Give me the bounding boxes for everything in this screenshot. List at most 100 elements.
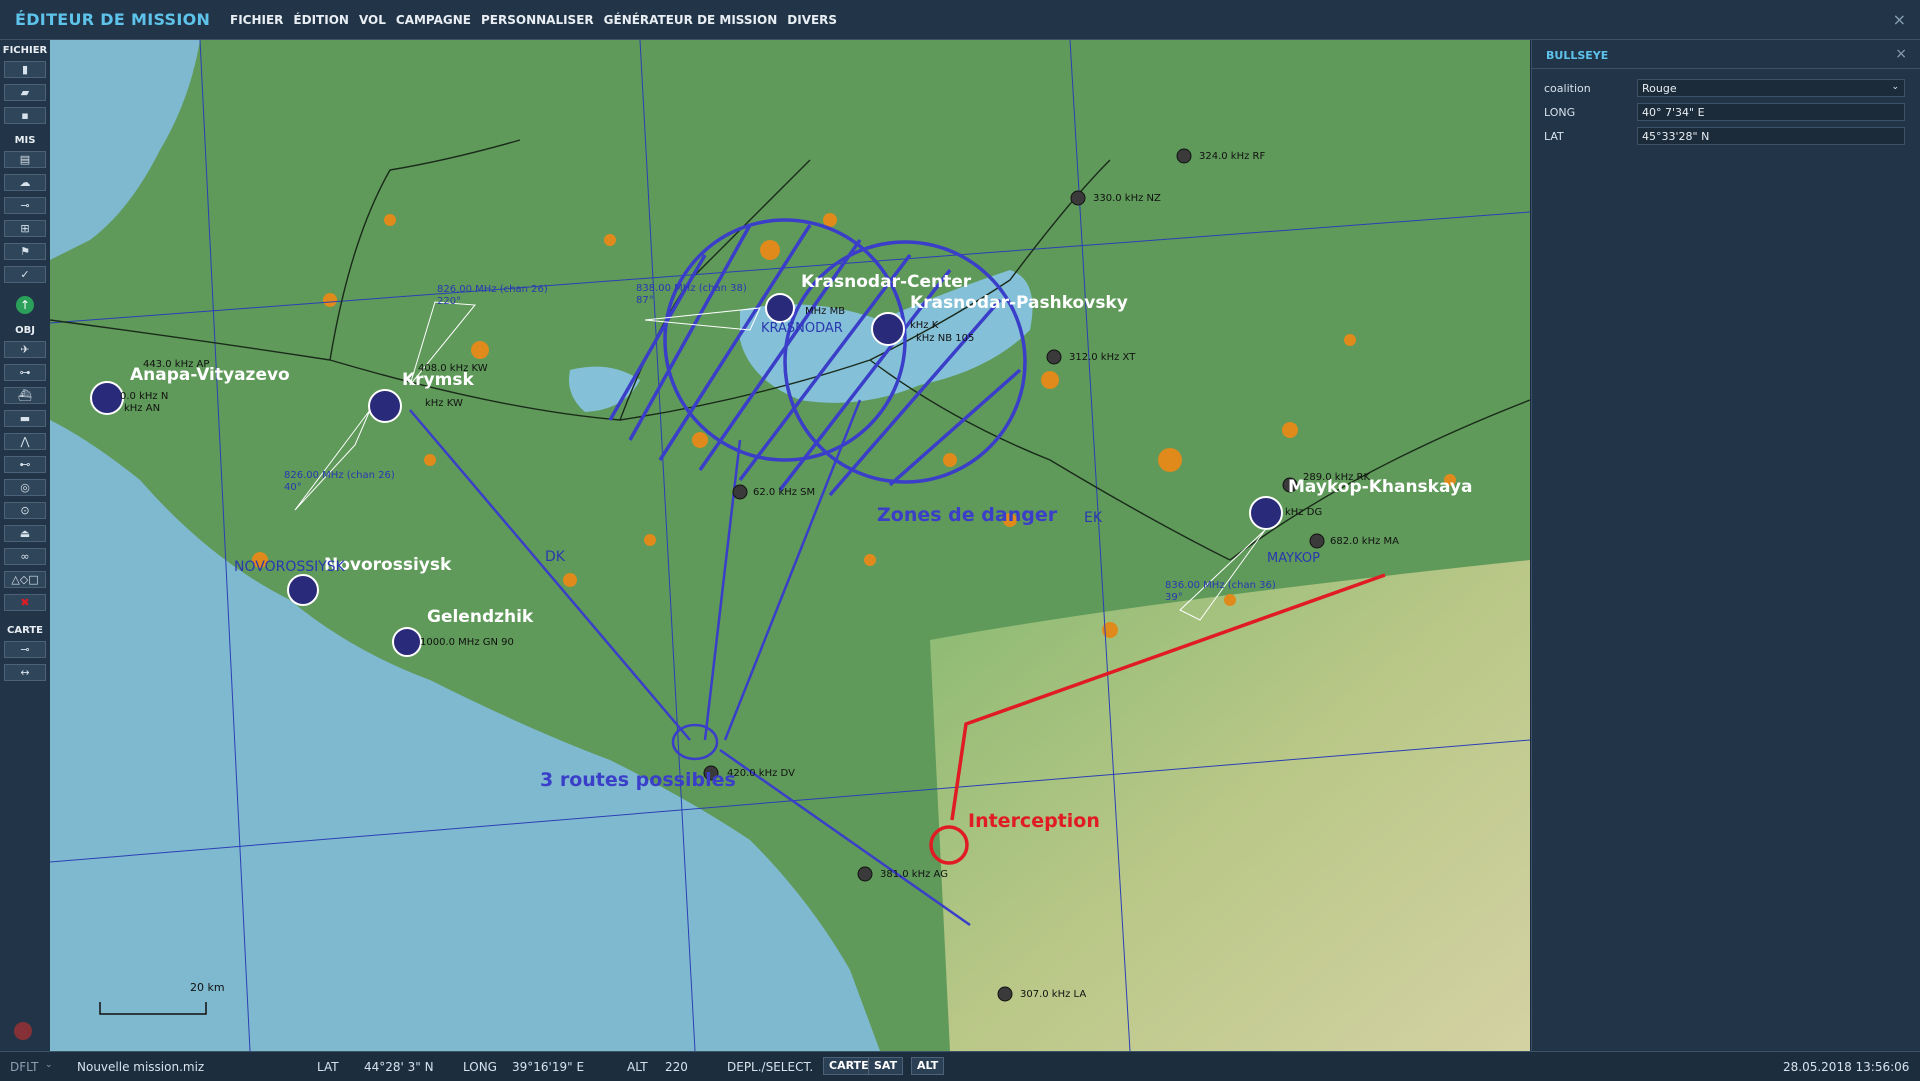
trigger-flag-icon[interactable]: ⚑ <box>4 243 46 260</box>
briefing-icon[interactable]: ▤ <box>4 151 46 168</box>
field-lat: LAT 45°33'28" N <box>1544 127 1909 147</box>
nav-label-kw: 408.0 kHz KW <box>418 363 488 374</box>
carte-button[interactable]: CARTE <box>823 1057 875 1075</box>
nav-label-rf: 324.0 kHz RF <box>1199 151 1265 162</box>
open-folder-icon[interactable]: ▰ <box>4 84 46 101</box>
target-icon[interactable]: ◎ <box>4 479 46 496</box>
status-bar: DFLT ⌄ Nouvelle mission.miz LAT 44°28' 3… <box>0 1051 1920 1081</box>
profile-select[interactable]: DFLT <box>10 1060 39 1074</box>
weather-icon[interactable]: ☁ <box>4 174 46 191</box>
airfield-maykop-icon <box>1249 496 1283 530</box>
measure-icon[interactable]: ↔ <box>4 664 46 681</box>
nav-label-mb: MHz MB <box>805 306 845 317</box>
nav-label-k: kHz K <box>910 320 939 331</box>
nav-label-rk: 289.0 kHz RK <box>1303 472 1370 483</box>
field-long-label: LONG <box>1544 106 1576 119</box>
datetime: 28.05.2018 13:56:06 <box>1783 1060 1910 1074</box>
airfield-label-krasnodar-pashkovsky: Krasnodar-Pashkovsky <box>910 293 1128 313</box>
nav-label-dg: kHz DG <box>1285 507 1322 518</box>
field-coalition-label: coalition <box>1544 82 1591 95</box>
long-input[interactable]: 40° 7'34" E <box>1637 103 1905 121</box>
city-label-krasnodar: KRASNODAR <box>761 321 843 336</box>
nav-label-ap: 443.0 kHz AP <box>143 359 209 370</box>
city-label-novorossiysk: NOVOROSSIYSK <box>234 559 346 575</box>
nav-label-an: kHz AN <box>124 403 160 414</box>
shapes-icon[interactable]: △◇□ <box>4 571 46 588</box>
airfield-label-gelendzhik: Gelendzhik <box>427 607 534 627</box>
lat-value: 44°28' 3" N <box>364 1060 434 1074</box>
static-icon[interactable]: ⊷ <box>4 456 46 473</box>
helicopter-icon[interactable]: ⊶ <box>4 364 46 381</box>
zone-icon[interactable]: ⊙ <box>4 502 46 519</box>
ils-heading-maykop: 39° <box>1165 592 1183 603</box>
annotation-interception: Interception <box>968 810 1100 832</box>
map-key-icon[interactable]: ⊸ <box>4 641 46 658</box>
chevron-down-icon: ⌄ <box>1891 82 1899 92</box>
lat-label: LAT <box>317 1060 339 1074</box>
annotation-routes: 3 routes possibles <box>540 769 736 791</box>
menu-vol[interactable]: VOL <box>359 13 386 27</box>
map-label-ek: EK <box>1084 510 1103 526</box>
ils-label-maykop: 836.00 MHz (chan 36) <box>1165 580 1276 591</box>
plane-group-icon[interactable]: ⊸ <box>4 197 46 214</box>
app-title: ÉDITEUR DE MISSION <box>15 10 211 29</box>
field-lat-label: LAT <box>1544 130 1564 143</box>
airfield-krasnodar-center-icon <box>765 293 795 323</box>
menu-generateur[interactable]: GÉNÉRATEUR DE MISSION <box>604 13 778 27</box>
stop-icon[interactable] <box>14 1022 32 1040</box>
map-view[interactable]: Anapa-Vityazevo Krymsk Novorossiysk Gele… <box>50 40 1530 1051</box>
sat-button[interactable]: SAT <box>868 1057 904 1075</box>
panel-title: BULLSEYE <box>1546 49 1609 62</box>
airdefense-icon[interactable]: ⋀ <box>4 433 46 450</box>
aircraft-icon[interactable]: ✈ <box>4 341 46 358</box>
title-bar: ÉDITEUR DE MISSION FICHIER ÉDITION VOL C… <box>0 0 1920 40</box>
mountain-area <box>930 560 1530 1051</box>
nav-label-la: 307.0 kHz LA <box>1020 989 1086 1000</box>
ils-heading-krymsk-2: 40° <box>284 482 302 493</box>
long-value: 39°16'19" E <box>512 1060 585 1074</box>
ship-icon[interactable]: ⛴ <box>4 387 46 404</box>
go-icon[interactable]: ↑ <box>16 296 34 314</box>
chevron-down-icon: ⌄ <box>45 1060 53 1070</box>
formation-icon[interactable]: ∞ <box>4 548 46 565</box>
mission-filename: Nouvelle mission.miz <box>77 1060 205 1074</box>
menu-campagne[interactable]: CAMPAGNE <box>396 13 471 27</box>
ils-label-krasnodar: 838.00 MHz (chan 38) <box>636 283 747 294</box>
panel-divider <box>1532 68 1920 69</box>
long-label: LONG <box>463 1060 497 1074</box>
coalition-select[interactable]: Rouge ⌄ <box>1637 79 1905 97</box>
warehouse-icon[interactable]: ⏏ <box>4 525 46 542</box>
airfield-gelendzhik-icon <box>392 627 422 657</box>
nav-label-kw2: kHz KW <box>425 398 463 409</box>
check-icon[interactable]: ✓ <box>4 266 46 283</box>
menu-edition[interactable]: ÉDITION <box>293 13 349 27</box>
alt-label: ALT <box>627 1060 648 1074</box>
nav-label-ag: 381.0 kHz AG <box>880 869 948 880</box>
menu-personnaliser[interactable]: PERSONNALISER <box>481 13 594 27</box>
map-label-dk: DK <box>545 549 566 565</box>
new-file-icon[interactable]: ▮ <box>4 61 46 78</box>
toolbar-section-obj: OBJ <box>15 325 35 336</box>
ils-label-krymsk-2: 826.00 MHz (chan 26) <box>284 470 395 481</box>
ground-unit-icon[interactable]: ⊞ <box>4 220 46 237</box>
nav-label-sm: 62.0 kHz SM <box>753 487 815 498</box>
menu-divers[interactable]: DIVERS <box>787 13 837 27</box>
nav-label-xt: 312.0 kHz XT <box>1069 352 1136 363</box>
panel-close-icon[interactable]: × <box>1895 46 1907 62</box>
annotation-danger-zones: Zones de danger <box>877 504 1058 526</box>
map-canvas[interactable]: Anapa-Vityazevo Krymsk Novorossiysk Gele… <box>50 40 1530 1051</box>
vehicle-icon[interactable]: ▬ <box>4 410 46 427</box>
bullseye-panel: BULLSEYE × coalition Rouge ⌄ LONG 40° 7'… <box>1531 40 1920 1051</box>
airfield-krymsk-icon <box>368 389 402 423</box>
delete-icon[interactable]: ✖ <box>4 594 46 611</box>
mode-label: DEPL./SELECT. <box>727 1060 814 1074</box>
airfield-krasnodar-pashkovsky-icon <box>871 312 905 346</box>
lat-input[interactable]: 45°33'28" N <box>1637 127 1905 145</box>
nav-label-gn: 1000.0 MHz GN 90 <box>420 637 514 648</box>
save-icon[interactable]: ▪ <box>4 107 46 124</box>
menu-fichier[interactable]: FICHIER <box>230 13 283 27</box>
nav-label-dv: 420.0 kHz DV <box>727 768 795 779</box>
nav-label-n: 0.0 kHz N <box>120 391 168 402</box>
window-close-icon[interactable]: × <box>1893 10 1906 29</box>
alt-button[interactable]: ALT <box>911 1057 945 1075</box>
